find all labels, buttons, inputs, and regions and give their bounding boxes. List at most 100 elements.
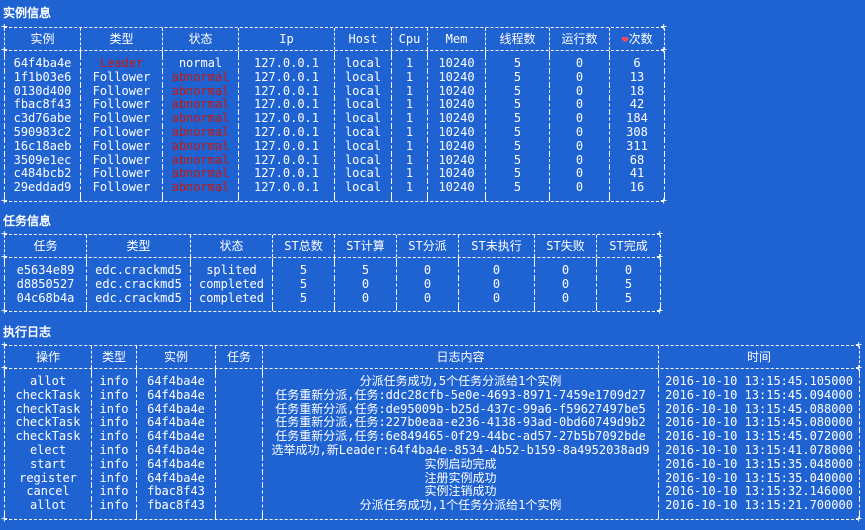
table-row: register info 64f4ba4e 注册实例成功 2016-10-10 13:… bbox=[4, 471, 860, 486]
tasks-header-label: ST分派 bbox=[408, 239, 447, 253]
table-header-divider bbox=[1, 361, 862, 374]
instances-cell: Follower bbox=[80, 153, 163, 168]
instances-cell: 5 bbox=[485, 139, 550, 154]
instances-cell: 5 bbox=[485, 153, 550, 168]
logs-cell: 2016-10-10 13:15:35.040000 bbox=[658, 471, 860, 486]
instances-cell: 5 bbox=[485, 84, 550, 99]
instances-cell: 16c18aeb bbox=[4, 139, 81, 154]
instances-cell: 0130d400 bbox=[4, 84, 81, 99]
instances-header-6: Mem bbox=[427, 28, 486, 50]
tasks-cell: 5 bbox=[272, 291, 335, 306]
logs-cell: fbac8f43 bbox=[136, 485, 216, 500]
instances-header-label: 次数 bbox=[628, 32, 653, 46]
tasks-cell: 0 bbox=[396, 277, 459, 292]
tasks-cell: 5 bbox=[596, 291, 661, 306]
logs-cell: 2016-10-10 13:15:45.088000 bbox=[658, 402, 860, 417]
instances-cell: local bbox=[334, 139, 392, 154]
tasks-cell: completed bbox=[190, 291, 273, 306]
tasks-title: 任务信息 bbox=[3, 214, 52, 228]
table-row: cancel info fbac8f43 实例注销成功 2016-10-10 13:15… bbox=[4, 485, 860, 500]
instances-cell: 0 bbox=[549, 84, 610, 99]
tasks-cell: splited bbox=[190, 264, 273, 278]
logs-cell bbox=[215, 375, 263, 389]
logs-cell: 任务重新分派,任务:227b0eaa-e236-4138-93ad-0bd607… bbox=[262, 416, 659, 431]
instances-cell: Follower bbox=[80, 125, 163, 140]
instances-header-0: 实例 bbox=[4, 28, 81, 50]
logs-cell: 选举成功,新Leader:64f4ba4e-8534-4b52-b159-8a4… bbox=[262, 443, 659, 458]
instances-cell: 1 bbox=[391, 181, 428, 195]
logs-cell: allot bbox=[4, 375, 92, 389]
instances-cell: 1 bbox=[391, 153, 428, 168]
logs-cell: info bbox=[91, 430, 137, 444]
table-border-bottom bbox=[1, 304, 663, 317]
instances-cell: local bbox=[334, 98, 392, 113]
logs-cell bbox=[215, 485, 263, 500]
table-border-bottom bbox=[1, 512, 862, 525]
logs-cell: 任务重新分派,任务:de95009b-b25d-437c-99a6-f59627… bbox=[262, 402, 659, 417]
instances-cell: 0 bbox=[549, 57, 610, 71]
instances-cell: 5 bbox=[485, 98, 550, 113]
logs-cell bbox=[215, 402, 263, 417]
table-row: c484bcb2 Follower abnormal 127.0.0.1 local 1 1… bbox=[4, 167, 665, 182]
table-row: allot info fbac8f43 分派任务成功,1个任务分派给1个实例 2016-… bbox=[4, 499, 860, 513]
table-row: 1f1b03e6 Follower abnormal 127.0.0.1 local 1 1… bbox=[4, 70, 665, 85]
logs-cell: 任务重新分派,任务:6e849465-0f29-44bc-ad57-27b5b7… bbox=[262, 430, 659, 444]
instances-cell: 10240 bbox=[427, 139, 486, 154]
logs-header-label: 类型 bbox=[101, 350, 126, 364]
logs-header-label: 实例 bbox=[163, 350, 188, 364]
logs-cell: elect bbox=[4, 443, 92, 458]
instances-cell: abnormal bbox=[162, 98, 239, 113]
instances-cell: local bbox=[334, 153, 392, 168]
logs-cell: 64f4ba4e bbox=[136, 402, 216, 417]
instances-header-2: 状态 bbox=[162, 28, 239, 50]
instances-cell: 6 bbox=[609, 57, 665, 71]
table-row: allot info 64f4ba4e 分派任务成功,5个任务分派给1个实例 2016-… bbox=[4, 375, 860, 389]
instances-header-label: 实例 bbox=[30, 32, 55, 46]
logs-cell: 2016-10-10 13:15:45.072000 bbox=[658, 430, 860, 444]
instances-cell: 64f4ba4e bbox=[4, 57, 81, 71]
logs-cell: 实例注销成功 bbox=[262, 485, 659, 500]
instances-cell: local bbox=[334, 57, 392, 71]
tasks-cell: 0 bbox=[534, 277, 597, 292]
instances-cell: 127.0.0.1 bbox=[238, 139, 335, 154]
logs-cell: 实例启动完成 bbox=[262, 457, 659, 472]
instances-cell: 0 bbox=[549, 125, 610, 140]
tasks-cell: d8850527 bbox=[4, 277, 87, 292]
logs-header-5: 时间 bbox=[658, 346, 860, 368]
tasks-cell: e5634e89 bbox=[4, 264, 87, 278]
table-row: checkTask info 64f4ba4e 任务重新分派,任务:ddc28cfb-… bbox=[4, 388, 860, 403]
instances-cell: 68 bbox=[609, 153, 665, 168]
logs-cell: info bbox=[91, 375, 137, 389]
logs-title: 执行日志 bbox=[3, 325, 52, 339]
table-row: d8850527 edc.crackmd5 completed 5 0 0 0 0 5 bbox=[4, 277, 661, 292]
logs-header-label: 操作 bbox=[35, 350, 60, 364]
tasks-header-5: ST分派 bbox=[396, 235, 459, 257]
instances-cell: 1 bbox=[391, 70, 428, 85]
tasks-cell: 5 bbox=[596, 277, 661, 292]
instances-cell: 0 bbox=[549, 139, 610, 154]
instances-header-label: 类型 bbox=[109, 32, 134, 46]
table-row: e5634e89 edc.crackmd5 splited 5 5 0 0 0 0 bbox=[4, 264, 661, 278]
tasks-header-label: ST完成 bbox=[609, 239, 648, 253]
logs-cell: 2016-10-10 13:15:45.105000 bbox=[658, 375, 860, 389]
table-row: checkTask info 64f4ba4e 任务重新分派,任务:227b0eaa-… bbox=[4, 416, 860, 431]
tasks-header-label: ST总数 bbox=[284, 239, 323, 253]
logs-cell: 2016-10-10 13:15:32.146000 bbox=[658, 485, 860, 500]
logs-cell: info bbox=[91, 443, 137, 458]
table-row: 0130d400 Follower abnormal 127.0.0.1 local 1 1… bbox=[4, 84, 665, 99]
tasks-table: 任务 类型 状态 ST总数 ST计算 ST分派 ST未执行 ST失败 ST完成 e5634e89… bbox=[1, 227, 663, 317]
table-row: elect info 64f4ba4e 选举成功,新Leader:64f4ba4e-8… bbox=[4, 443, 860, 458]
tasks-header-4: ST计算 bbox=[334, 235, 397, 257]
tasks-cell: 04c68b4a bbox=[4, 291, 87, 306]
tasks-cell: 0 bbox=[458, 277, 535, 292]
instances-cell: 10240 bbox=[427, 167, 486, 182]
instances-cell: Follower bbox=[80, 167, 163, 182]
tasks-header-7: ST失败 bbox=[534, 235, 597, 257]
logs-cell: allot bbox=[4, 499, 92, 513]
logs-header-1: 类型 bbox=[91, 346, 137, 368]
instances-table: 实例 类型 状态 Ip Host Cpu Mem 线程数 运行数 ❤次数 64f4ba4eLead… bbox=[1, 20, 667, 207]
tasks-header-label: 类型 bbox=[126, 239, 151, 253]
tasks-cell: 0 bbox=[334, 277, 397, 292]
logs-header-label: 任务 bbox=[226, 350, 251, 364]
logs-cell: register bbox=[4, 471, 92, 486]
